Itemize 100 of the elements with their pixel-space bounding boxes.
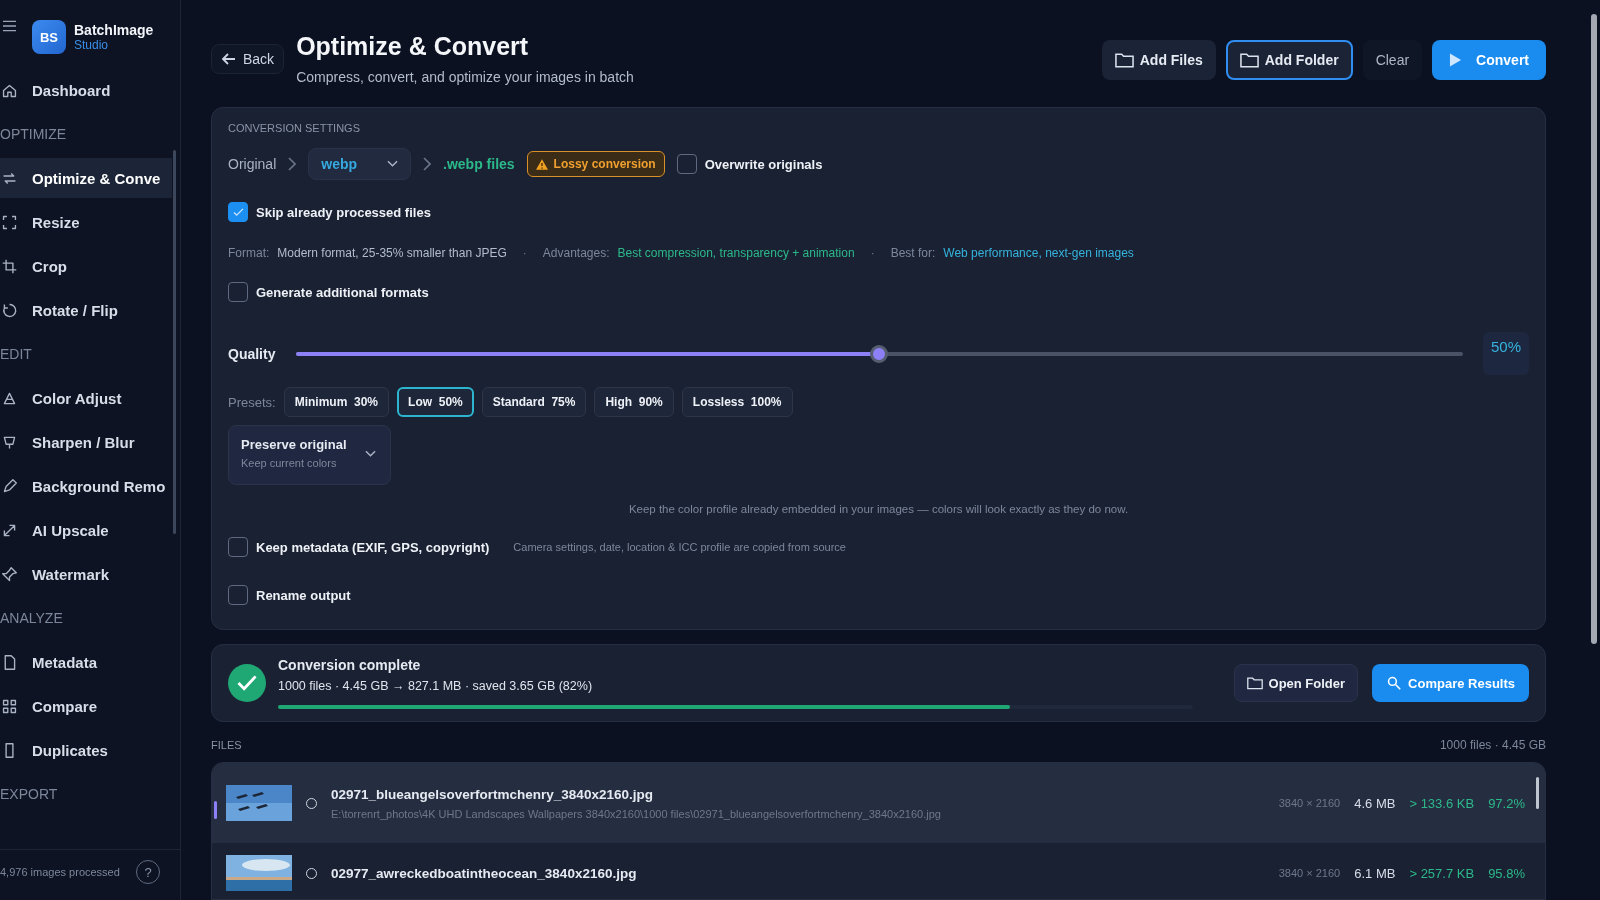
new-size: > 257.7 KB	[1409, 865, 1475, 881]
section-heading: CONVERSION SETTINGS	[228, 122, 362, 134]
frame-icon	[1, 213, 18, 231]
rotate-icon	[1, 301, 18, 319]
image-dimensions: 3840 × 2160	[1278, 797, 1341, 810]
file-size: 6.1 MB	[1354, 865, 1396, 881]
check-icon	[232, 207, 244, 217]
result-summary: 1000 files · 4.45 GB → 827.1 MB · saved 3.65 GB (82%)	[278, 679, 594, 694]
sidebar-item[interactable]: Watermark	[0, 554, 172, 594]
page-subtitle: Compress, convert, and optimize your images in batch	[296, 69, 635, 85]
info-value: Web performance, next-gen images	[943, 246, 1134, 260]
status-text: 4,976 images processed	[0, 866, 120, 878]
section-heading: OPTIMIZE	[0, 125, 68, 144]
info-label: Format:	[228, 246, 270, 260]
back-button[interactable]: Back	[211, 44, 285, 74]
file-row[interactable]: 02977_awreckedboatintheocean_3840x2160.jpg 3840 × 2160 6.1 MB > 257.7 KB 95.8%	[212, 843, 1545, 899]
file-row[interactable]: 02971_blueangelsoverfortmchenry_3840x2160.jpg E:\torrenrt_photos\4K UHD Landscapes Wallpapers 3840x2160\1000 files\02971_blueangelsoverfortmchenry_3840x2160.jpg 3840 × 2160 4.6 MB > 133.6 KB 97.2%	[212, 763, 1545, 844]
open-folder-button[interactable]: Open Folder	[1233, 664, 1359, 703]
folder-icon	[1246, 676, 1263, 691]
app-subtitle: Studio	[74, 38, 110, 52]
checkbox-label: Keep metadata (EXIF, GPS, copyright)	[256, 539, 490, 555]
sidebar-item[interactable]: Sharpen / Blur	[0, 422, 172, 462]
sidebar-item[interactable]: Compare	[0, 686, 172, 726]
section-heading: FILES	[211, 739, 242, 752]
checkbox-label: Overwrite originals	[704, 156, 823, 172]
grid-icon	[1, 697, 18, 715]
preset-button[interactable]: Standard 75%	[481, 387, 587, 417]
sidebar-item[interactable]: AI Upscale	[0, 510, 172, 550]
checkbox[interactable]	[228, 537, 248, 558]
checkbox-label: Rename output	[256, 587, 351, 603]
lossy-badge: Lossy conversion	[526, 151, 665, 177]
info-value: Modern format, 25-35% smaller than JPEG	[277, 246, 507, 260]
files-summary: 1000 files · 4.45 GB	[1439, 738, 1546, 753]
scrollbar[interactable]	[1536, 777, 1539, 810]
sidebar-item[interactable]: Background Remo	[0, 466, 172, 506]
clear-button[interactable]: Clear	[1362, 40, 1423, 80]
target-format: .webp files	[443, 156, 515, 172]
pin-icon	[1, 565, 18, 583]
sidebar-item[interactable]: Crop	[0, 246, 172, 286]
source-format: Original	[228, 156, 277, 172]
new-size: > 133.6 KB	[1409, 795, 1475, 811]
app-logo: BS	[32, 20, 66, 54]
preset-button[interactable]: Low 50%	[397, 387, 474, 417]
checkbox[interactable]	[228, 282, 248, 302]
slider-label: Quality	[228, 345, 276, 362]
separator: ·	[870, 246, 875, 260]
checkbox[interactable]	[676, 154, 697, 174]
folder-icon	[1114, 52, 1134, 68]
section-heading: EXPORT	[0, 785, 59, 804]
quality-value: 50%	[1482, 332, 1529, 375]
warning-icon	[535, 158, 548, 170]
saving-percent: 95.8%	[1488, 865, 1525, 881]
menu-icon[interactable]	[3, 20, 16, 32]
chevron-icon	[423, 157, 432, 171]
checkbox-hint: Camera settings, date, location & ICC profile are copied from source	[513, 541, 846, 554]
color-profile-note: Keep the color profile already embedded in your images — colors will look exactly as they do now.	[627, 503, 1130, 516]
app-name: BatchImage	[74, 22, 154, 38]
info-value: Best compression, transparency + animation	[617, 246, 855, 260]
chevron-down-icon	[364, 450, 376, 459]
image-dimensions: 3840 × 2160	[1278, 867, 1341, 880]
sidebar-item[interactable]: Optimize & Conve	[0, 158, 172, 198]
preset-button[interactable]: Minimum 30%	[283, 387, 390, 417]
search-icon	[1386, 676, 1403, 691]
chevron-down-icon	[387, 160, 399, 168]
color-profile-dropdown[interactable]: Preserve original Keep current colors	[228, 425, 391, 486]
result-title: Conversion complete	[278, 657, 422, 674]
scrollbar[interactable]	[173, 150, 176, 534]
arrow-left-icon	[221, 51, 237, 67]
file-size: 4.6 MB	[1354, 795, 1396, 811]
presets-label: Presets:	[228, 394, 276, 410]
sidebar-item[interactable]: Dashboard	[0, 70, 172, 110]
file-path: E:\torrenrt_photos\4K UHD Landscapes Wallpapers 3840x2160\1000 files\02971_blueangelsoverfortmchenry_3840x2160.jpg	[331, 807, 942, 820]
crop-icon	[1, 257, 18, 275]
play-icon	[1449, 52, 1463, 68]
info-label: Best for:	[890, 246, 936, 260]
checkbox[interactable]	[228, 585, 248, 606]
page-title: Optimize & Convert	[296, 32, 530, 61]
checkbox-label: Generate additional formats	[256, 284, 429, 300]
format-dropdown[interactable]: webp	[308, 148, 412, 180]
pencil-icon	[1, 477, 18, 495]
preset-button[interactable]: Lossless 100%	[681, 387, 793, 417]
separator: ·	[522, 246, 527, 260]
sidebar-item[interactable]: Metadata	[0, 642, 172, 682]
checkbox-label: Skip already processed files	[256, 204, 431, 220]
chevron-icon	[288, 157, 297, 171]
checkbox[interactable]	[228, 202, 248, 222]
add-button[interactable]: Add Folder	[1225, 40, 1353, 80]
sidebar-item[interactable]: Rotate / Flip	[0, 290, 172, 330]
preset-button[interactable]: High 90%	[594, 387, 674, 417]
sidebar-item[interactable]: Resize	[0, 202, 172, 242]
add-button[interactable]: Add Files	[1101, 40, 1216, 80]
sidebar-item[interactable]: Duplicates	[0, 730, 172, 770]
folder-icon	[1239, 52, 1259, 68]
section-heading: ANALYZE	[0, 609, 64, 628]
saving-percent: 97.2%	[1488, 795, 1525, 811]
success-icon	[228, 664, 266, 703]
file-name: 02971_blueangelsoverfortmchenry_3840x2160.jpg	[331, 786, 654, 802]
sidebar-item[interactable]: Color Adjust	[0, 378, 172, 418]
quality-slider[interactable]	[296, 344, 1463, 363]
section-heading: EDIT	[0, 345, 33, 364]
